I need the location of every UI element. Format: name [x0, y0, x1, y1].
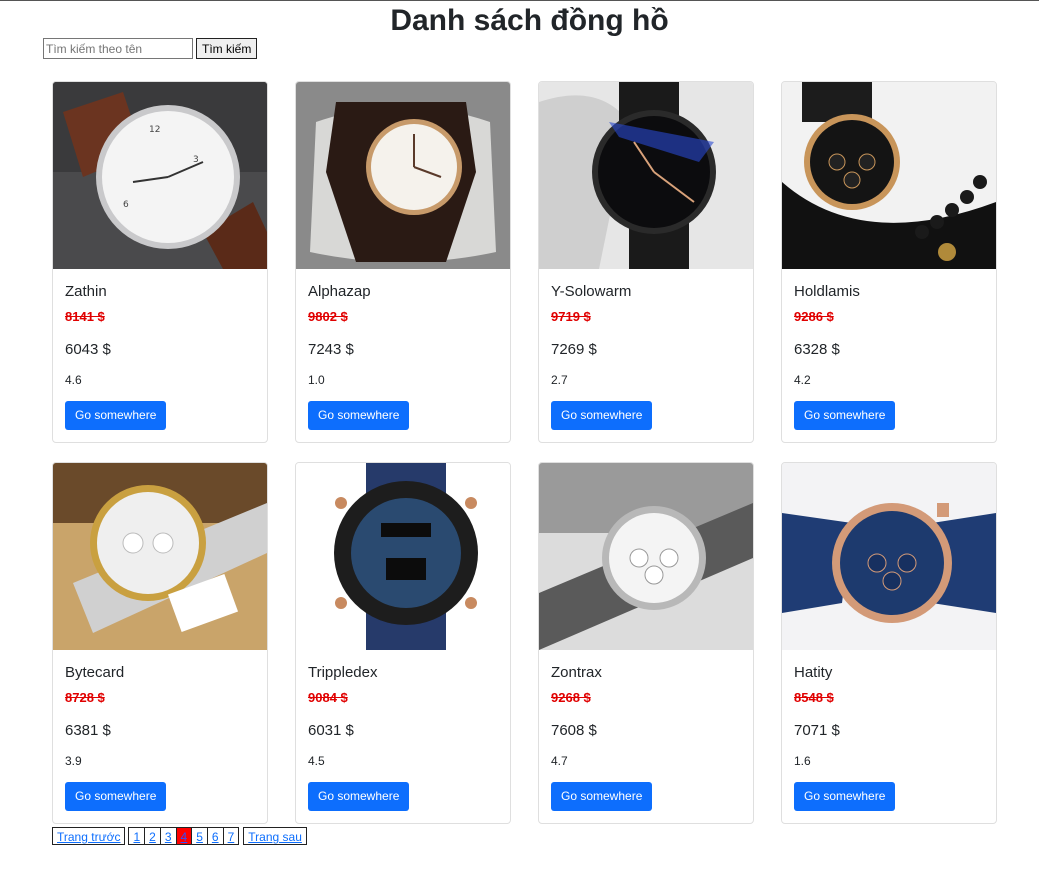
product-old-price: 8141 $ [65, 309, 105, 324]
product-rating: 1.0 [308, 373, 325, 387]
product-price: 7608 $ [551, 722, 597, 739]
product-price: 6043 $ [65, 341, 111, 358]
page-link-4-current[interactable]: 4 [175, 827, 193, 845]
next-page-link[interactable]: Trang sau [243, 827, 307, 845]
watch-image [53, 463, 267, 650]
go-somewhere-button[interactable]: Go somewhere [551, 401, 653, 430]
product-old-price: 8548 $ [794, 690, 834, 705]
product-card: Alphazap 9802 $ 7243 $ 1.0 Go somewhere [295, 81, 511, 443]
go-somewhere-button[interactable]: Go somewhere [794, 782, 896, 811]
product-name: Zontrax [551, 664, 602, 681]
go-somewhere-button[interactable]: Go somewhere [551, 782, 653, 811]
product-name: Hatity [794, 664, 833, 681]
product-name: Bytecard [65, 664, 125, 681]
product-rating: 4.5 [308, 754, 325, 768]
product-price: 6031 $ [308, 722, 354, 739]
watch-image [539, 82, 753, 269]
product-rating: 4.7 [551, 754, 568, 768]
product-price: 7269 $ [551, 341, 597, 358]
watch-image [539, 463, 753, 650]
product-price: 7071 $ [794, 722, 840, 739]
product-name: Zathin [65, 283, 107, 300]
product-card: Bytecard 8728 $ 6381 $ 3.9 Go somewhere [52, 462, 268, 824]
product-name: Holdlamis [794, 283, 860, 300]
prev-page-link[interactable]: Trang trước [52, 827, 126, 845]
product-rating: 3.9 [65, 754, 82, 768]
product-price: 6381 $ [65, 722, 111, 739]
page-link-7[interactable]: 7 [222, 827, 240, 845]
search-bar: Tìm kiếm [43, 38, 258, 59]
watch-image: 3 6 12 [53, 82, 267, 269]
page-link-1[interactable]: 1 [128, 827, 146, 845]
page-link-6[interactable]: 6 [206, 827, 224, 845]
product-old-price: 9286 $ [794, 309, 834, 324]
product-rating: 1.6 [794, 754, 811, 768]
product-old-price: 9719 $ [551, 309, 591, 324]
go-somewhere-button[interactable]: Go somewhere [65, 401, 167, 430]
page-title: Danh sách đồng hồ [390, 4, 669, 37]
product-rating: 4.6 [65, 373, 82, 387]
product-card: Zontrax 9268 $ 7608 $ 4.7 Go somewhere [538, 462, 754, 824]
page-link-3[interactable]: 3 [159, 827, 177, 845]
pagination: Trang trước 1 2 3 4 5 6 7 Trang sau [52, 827, 307, 845]
page-link-5[interactable]: 5 [191, 827, 208, 845]
product-card: 3 6 12 Zathin 8141 $ 6043 $ 4.6 Go somew… [52, 81, 268, 443]
product-old-price: 9802 $ [308, 309, 348, 324]
product-rating: 2.7 [551, 373, 568, 387]
product-old-price: 9268 $ [551, 690, 591, 705]
product-price: 7243 $ [308, 341, 354, 358]
svg-text:6: 6 [123, 200, 129, 210]
product-rating: 4.2 [794, 373, 811, 387]
product-card: Holdlamis 9286 $ 6328 $ 4.2 Go somewhere [781, 81, 997, 443]
product-card: Hatity 8548 $ 7071 $ 1.6 Go somewhere [781, 462, 997, 824]
go-somewhere-button[interactable]: Go somewhere [794, 401, 896, 430]
search-button[interactable]: Tìm kiếm [196, 38, 258, 59]
watch-image [782, 463, 996, 650]
product-card: Y-Solowarm 9719 $ 7269 $ 2.7 Go somewher… [538, 81, 754, 443]
product-name: Trippledex [308, 664, 378, 681]
watch-image [782, 82, 996, 269]
product-card: Trippledex 9084 $ 6031 $ 4.5 Go somewher… [295, 462, 511, 824]
svg-text:12: 12 [149, 125, 160, 135]
svg-text:3: 3 [193, 155, 199, 165]
product-price: 6328 $ [794, 341, 840, 358]
product-old-price: 9084 $ [308, 690, 348, 705]
search-input[interactable] [43, 38, 193, 59]
go-somewhere-button[interactable]: Go somewhere [308, 401, 410, 430]
product-name: Alphazap [308, 283, 371, 300]
product-old-price: 8728 $ [65, 690, 105, 705]
go-somewhere-button[interactable]: Go somewhere [65, 782, 167, 811]
product-name: Y-Solowarm [551, 283, 632, 300]
watch-image [296, 463, 510, 650]
go-somewhere-button[interactable]: Go somewhere [308, 782, 410, 811]
watch-image [296, 82, 510, 269]
page-link-2[interactable]: 2 [144, 827, 161, 845]
